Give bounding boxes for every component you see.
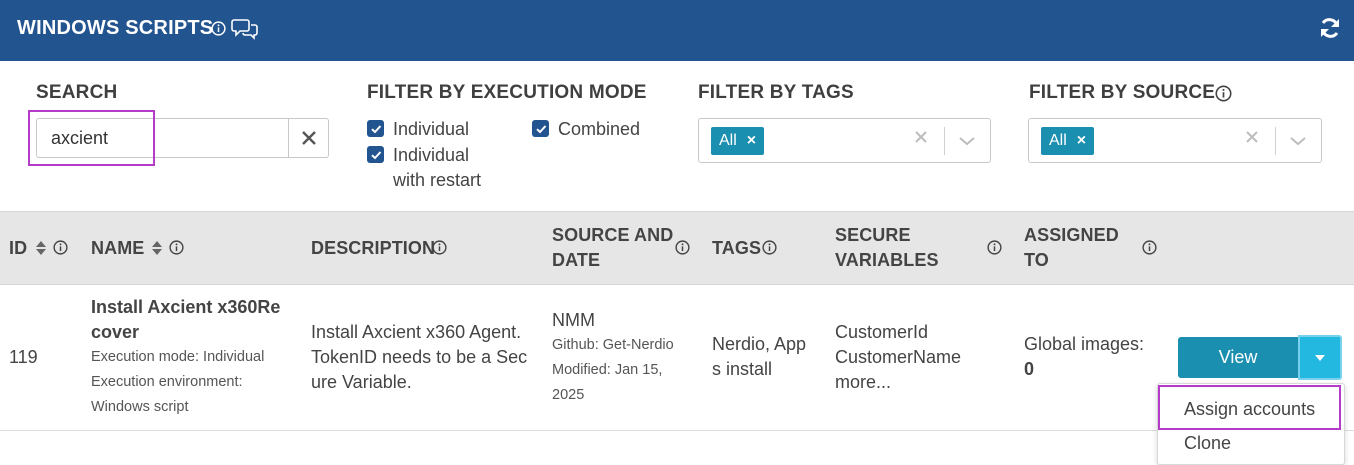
actions-dropdown-menu: Assign accounts Clone [1157,383,1345,465]
execution-mode-label: FILTER BY EXECUTION MODE [367,82,647,103]
checkbox-checked-icon [532,120,549,137]
secure-variables-more-link[interactable]: more... [835,372,891,392]
info-icon[interactable] [211,21,226,41]
info-icon[interactable] [432,240,447,260]
checkbox-label: Individual with restart [393,145,482,190]
refresh-icon[interactable] [1318,16,1342,45]
column-header-secure-variables: SECURE VARIABLES [835,225,939,270]
info-icon[interactable] [169,240,184,260]
remove-tag-icon[interactable]: × [1077,132,1086,150]
checkbox-combined[interactable]: Combined [532,117,640,142]
page-title: WINDOWS SCRIPTS [17,17,214,39]
checkbox-checked-icon [367,146,384,163]
source-filter-label: FILTER BY SOURCE [1029,82,1216,103]
column-header-description: DESCRIPTION [311,238,436,258]
info-icon[interactable] [1215,85,1232,107]
checkbox-individual-with-restart[interactable]: Individual with restart [367,143,481,193]
sort-icon[interactable] [151,240,163,261]
checkbox-label: Individual [393,119,470,139]
search-label: SEARCH [36,82,118,103]
menu-item-assign-accounts[interactable]: Assign accounts [1184,399,1315,420]
row-divider [0,430,1354,431]
row-id: 119 [9,347,38,367]
sort-icon[interactable] [35,240,47,261]
chat-icon[interactable] [231,17,259,46]
column-header-tags: TAGS [712,238,762,258]
info-icon[interactable] [987,240,1002,260]
tag-pill-all: All × [711,127,765,155]
info-icon[interactable] [53,240,68,260]
row-description: Install Axcient x360 Agent. TokenID needs… [311,322,528,392]
page-header: WINDOWS SCRIPTS [0,0,1354,61]
chevron-down-icon[interactable] [1289,134,1307,152]
tags-filter-label: FILTER BY TAGS [698,82,854,103]
actions-dropdown-button[interactable] [1298,335,1342,380]
row-assigned-to: Global images: 0 [1024,334,1145,379]
row-source-cell: NMM Github: Get-Nerdio Modified: Jan 15,… [552,308,674,408]
source-pill-all: All × [1041,127,1095,155]
close-icon [301,131,316,145]
row-tags: Nerdio, App s install [712,334,807,379]
column-header-assigned-to: ASSIGNED TO [1024,225,1119,270]
checkbox-label: Combined [558,119,641,139]
checkbox-individual[interactable]: Individual [367,117,469,142]
row-source: NMM [552,310,595,330]
row-secure-variables: CustomerId CustomerName more... [835,322,962,392]
search-input[interactable] [36,118,288,158]
row-execution-mode: Execution mode: Individual [91,349,265,365]
row-name[interactable]: Install Axcient x360Re cover [91,295,280,345]
row-execution-environment: Execution environment: Windows script [91,374,243,415]
row-name-cell: Install Axcient x360Re cover Execution mo… [91,295,280,420]
remove-tag-icon[interactable]: × [747,132,756,150]
clear-select-icon[interactable] [1245,130,1259,149]
info-icon[interactable] [675,240,690,260]
column-header-name[interactable]: NAME [91,236,144,261]
column-header-source-and-date: SOURCE AND DATE [552,225,674,270]
menu-item-clone[interactable]: Clone [1184,433,1231,454]
clear-select-icon[interactable] [914,130,928,149]
column-header-id[interactable]: ID [9,236,27,261]
info-icon[interactable] [762,240,777,260]
tags-select[interactable]: All × [698,118,991,163]
source-select[interactable]: All × [1028,118,1322,163]
row-source-repo: Github: Get-Nerdio [552,337,674,353]
caret-down-icon [1315,354,1325,361]
view-button[interactable]: View [1178,337,1298,378]
checkbox-checked-icon [367,120,384,137]
chevron-down-icon[interactable] [958,134,976,152]
info-icon[interactable] [1142,240,1157,260]
row-modified-date: Modified: Jan 15, 2025 [552,362,663,403]
search-clear-button[interactable] [288,118,329,158]
